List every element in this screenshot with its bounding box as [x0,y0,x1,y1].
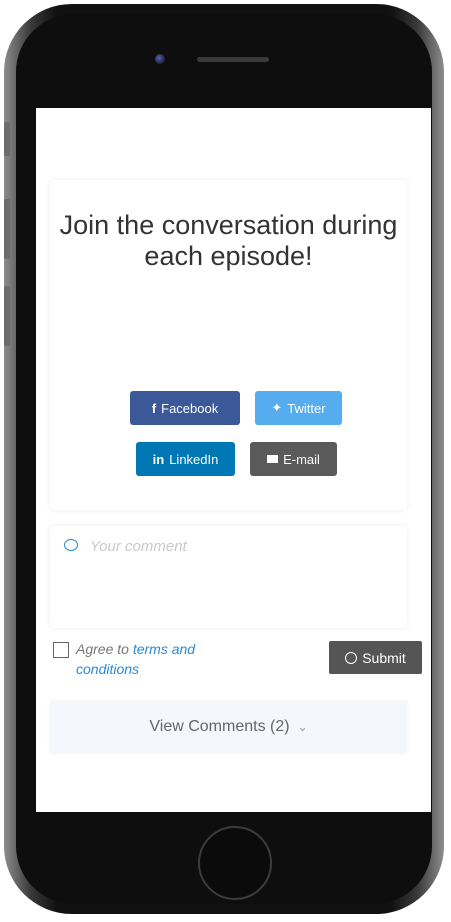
facebook-icon: f [151,400,157,416]
email-share-button[interactable]: E-mail [250,442,337,476]
headline: Join the conversation during each episod… [59,210,398,271]
share-card: Join the conversation during each episod… [50,180,407,510]
phone-screen: Join the conversation during each episod… [36,108,431,812]
view-comments-button[interactable]: View Comments (2) ⌄ [50,701,407,753]
mail-icon [267,455,279,463]
front-camera [155,54,165,64]
chevron-down-icon: ⌄ [297,720,308,734]
facebook-label: Facebook [161,400,219,416]
comment-input[interactable]: Your comment [50,526,407,628]
view-comments-label: View Comments (2) [149,718,290,735]
volume-up-button [4,199,10,259]
volume-down-button [4,286,10,346]
email-label: E-mail [283,451,320,467]
home-button[interactable] [198,826,272,900]
linkedin-icon: in [152,451,165,467]
linkedin-share-button[interactable]: in LinkedIn [136,442,235,476]
facebook-share-button[interactable]: f Facebook [130,391,240,425]
twitter-share-button[interactable]: ✦ Twitter [255,391,342,425]
submit-button[interactable]: Submit [329,641,422,674]
check-circle-icon [345,651,358,664]
mute-switch [4,122,10,156]
linkedin-label: LinkedIn [169,451,219,467]
earpiece-speaker [197,57,269,62]
twitter-icon: ✦ [271,400,283,415]
speech-bubble-icon [64,539,78,551]
agree-checkbox[interactable] [53,642,69,658]
submit-label: Submit [362,649,406,666]
twitter-label: Twitter [287,400,326,416]
agree-prefix: Agree to [76,641,129,657]
agree-label: Agree to terms and conditions [76,639,236,679]
comment-placeholder: Your comment [90,538,187,555]
